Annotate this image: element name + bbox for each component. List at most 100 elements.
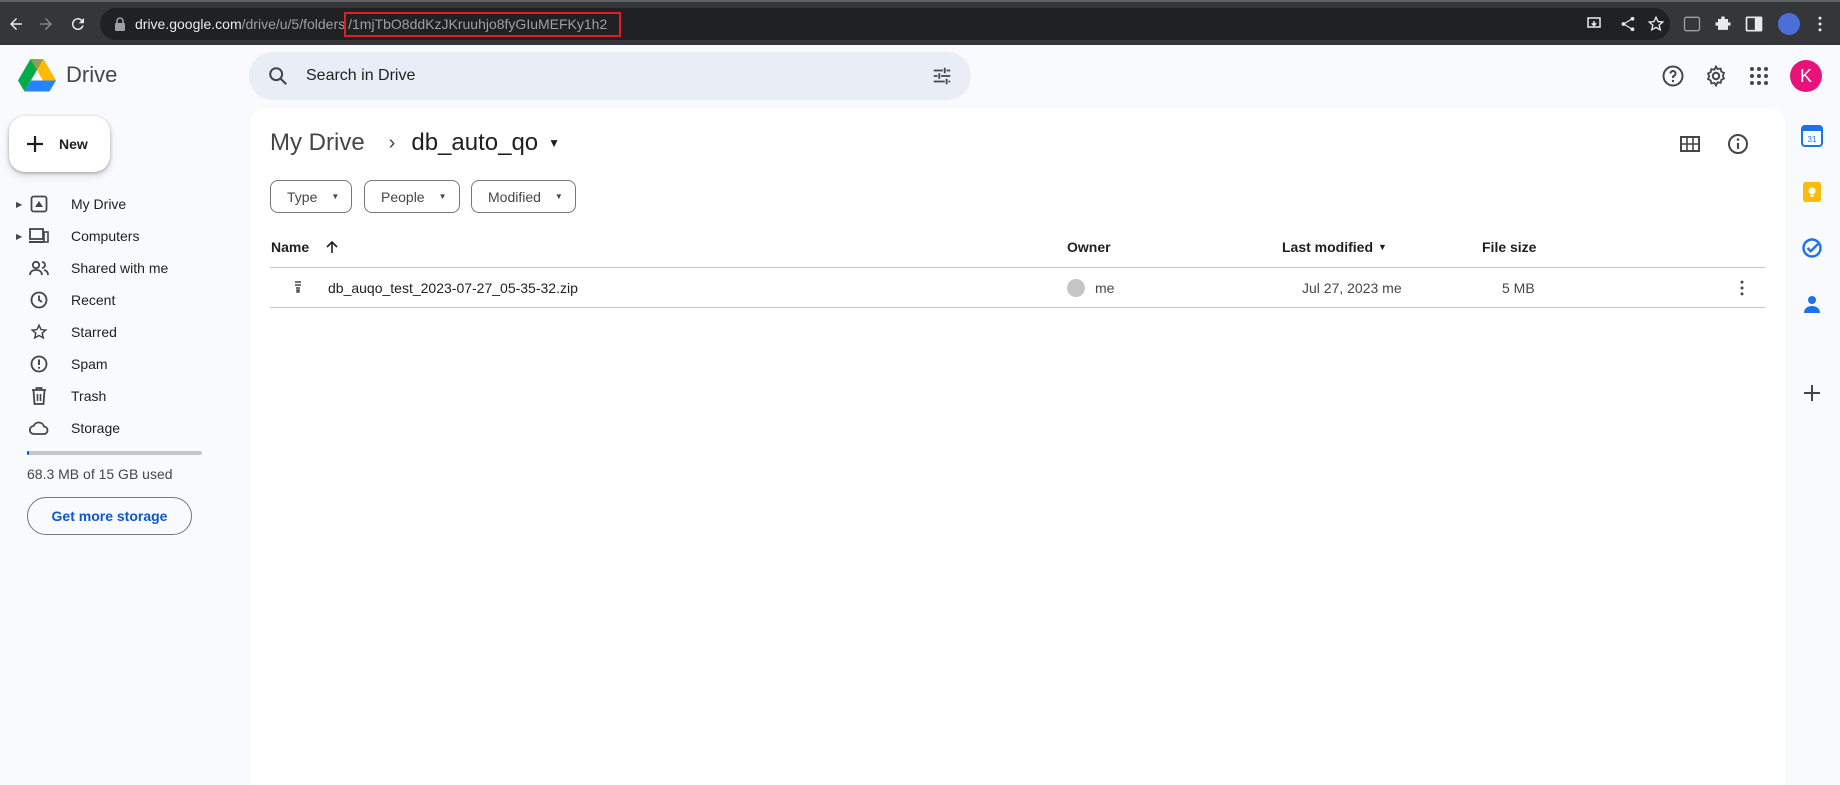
browser-toolbar: drive.google.com/drive/u/5/folders/1mjTb… — [0, 0, 1840, 45]
sidebar-item-label: Trash — [71, 388, 107, 404]
dropdown-caret-icon: ▼ — [331, 192, 340, 201]
filter-label: Type — [287, 188, 318, 205]
main-content-panel: My Drive › db_auto_qo ▼ Type ▼ People ▼ Mo… — [250, 108, 1785, 785]
dropdown-caret-icon: ▼ — [554, 192, 563, 201]
cloud-icon — [27, 418, 51, 438]
browser-profile-avatar[interactable] — [1778, 13, 1800, 35]
grid-view-icon[interactable] — [1678, 132, 1702, 156]
sidebar-item-shared-with-me[interactable]: Shared with me — [16, 252, 236, 284]
get-more-storage-button[interactable]: Get more storage — [27, 497, 192, 535]
back-icon[interactable] — [4, 12, 28, 36]
folder-menu-caret-icon[interactable]: ▼ — [548, 136, 560, 150]
breadcrumb: My Drive › db_auto_qo ▼ — [270, 129, 560, 157]
breadcrumb-current-folder[interactable]: db_auto_qo — [411, 129, 538, 157]
search-placeholder: Search in Drive — [306, 67, 416, 84]
bookmark-star-icon[interactable] — [1647, 15, 1665, 33]
sidebar-item-my-drive[interactable]: ▶ My Drive — [16, 188, 236, 220]
browser-menu-icon[interactable] — [1810, 14, 1830, 34]
file-name[interactable]: db_auqo_test_2023-07-27_05-35-32.zip — [328, 280, 578, 296]
search-bar[interactable]: Search in Drive — [249, 52, 971, 100]
keep-icon[interactable] — [1801, 181, 1823, 203]
filter-type-chip[interactable]: Type ▼ — [270, 180, 353, 213]
url-text: drive.google.com/drive/u/5/folders/1mjTb… — [135, 12, 622, 37]
sidebar-item-label: Spam — [71, 356, 108, 372]
address-bar[interactable]: drive.google.com/drive/u/5/folders/1mjTb… — [100, 8, 1670, 40]
file-owner: me — [1095, 280, 1115, 296]
url-folder-id: /1mjTbO8ddKzJKruuhjo8fyGIuMEFKy1h2 — [344, 12, 622, 37]
apps-grid-icon[interactable] — [1747, 64, 1771, 88]
lock-icon — [115, 17, 125, 31]
app-name: Drive — [66, 62, 118, 87]
computers-icon — [27, 226, 51, 246]
contacts-icon[interactable] — [1801, 293, 1823, 315]
shared-icon — [27, 258, 51, 278]
owner-avatar — [1067, 279, 1085, 297]
url-path: /drive/u/5/folders — [241, 16, 346, 32]
storage-progress-bar — [27, 451, 202, 455]
dropdown-caret-icon: ▼ — [1378, 242, 1387, 252]
table-row[interactable]: db_auqo_test_2023-07-27_05-35-32.zip me … — [270, 268, 1765, 308]
dropdown-caret-icon: ▼ — [438, 192, 447, 201]
sidebar-item-starred[interactable]: Starred — [16, 316, 236, 348]
filter-people-chip[interactable]: People ▼ — [364, 180, 460, 213]
extensions-puzzle-icon[interactable] — [1713, 14, 1733, 34]
extension-screen-icon[interactable] — [1682, 14, 1702, 34]
sidebar-item-storage[interactable]: Storage — [16, 412, 236, 444]
zip-file-icon — [295, 281, 301, 293]
filter-modified-chip[interactable]: Modified ▼ — [471, 180, 576, 213]
sidebar-item-label: My Drive — [71, 196, 127, 212]
search-icon[interactable] — [267, 65, 289, 87]
settings-gear-icon[interactable] — [1704, 64, 1728, 88]
chevron-right-icon: › — [388, 131, 396, 154]
column-header-file-size[interactable]: File size — [1482, 239, 1536, 255]
spam-icon — [27, 354, 51, 374]
column-header-last-modified[interactable]: Last modified ▼ — [1282, 239, 1387, 255]
filter-label: People — [381, 188, 425, 205]
drive-logo-icon — [18, 59, 56, 92]
sidebar-item-label: Starred — [71, 324, 117, 340]
account-avatar[interactable]: K — [1790, 60, 1822, 92]
calendar-icon[interactable]: 31 — [1801, 125, 1823, 147]
expand-caret-icon[interactable]: ▶ — [16, 200, 26, 209]
my-drive-icon — [27, 194, 51, 214]
storage-usage-text: 68.3 MB of 15 GB used — [27, 466, 173, 482]
sidebar-item-recent[interactable]: Recent — [16, 284, 236, 316]
share-icon[interactable] — [1619, 15, 1637, 33]
sidebar-item-spam[interactable]: Spam — [16, 348, 236, 380]
star-icon — [27, 322, 51, 342]
svg-text:31: 31 — [1808, 135, 1817, 144]
column-header-label: Last modified — [1282, 239, 1374, 255]
add-addon-plus-icon[interactable] — [1801, 382, 1823, 404]
column-header-name[interactable]: Name — [271, 239, 339, 255]
new-button[interactable]: New — [9, 116, 110, 172]
sort-ascending-arrow-icon[interactable] — [325, 240, 339, 254]
sidebar-item-label: Computers — [71, 228, 140, 244]
column-header-owner[interactable]: Owner — [1067, 239, 1111, 255]
url-host: drive.google.com — [135, 16, 242, 32]
expand-caret-icon[interactable]: ▶ — [16, 232, 26, 241]
new-button-label: New — [59, 136, 88, 152]
clock-icon — [27, 290, 51, 310]
help-icon[interactable] — [1661, 64, 1685, 88]
file-size: 5 MB — [1502, 280, 1535, 296]
tasks-icon[interactable] — [1801, 237, 1823, 259]
filter-label: Modified — [488, 188, 541, 205]
drive-logo[interactable]: Drive — [18, 58, 117, 92]
trash-icon — [27, 386, 51, 406]
sidebar-item-trash[interactable]: Trash — [16, 380, 236, 412]
breadcrumb-root[interactable]: My Drive — [270, 129, 365, 157]
more-actions-icon[interactable] — [1732, 278, 1752, 298]
file-last-modified: Jul 27, 2023 me — [1302, 280, 1402, 296]
search-options-icon[interactable] — [931, 65, 953, 87]
install-icon[interactable] — [1585, 15, 1603, 33]
sidebar-item-computers[interactable]: ▶ Computers — [16, 220, 236, 252]
side-panel-icon[interactable] — [1744, 14, 1764, 34]
column-header-label: Name — [271, 239, 310, 255]
plus-icon — [27, 136, 43, 152]
storage-progress-fill — [27, 451, 29, 455]
reload-icon[interactable] — [66, 12, 90, 36]
forward-icon[interactable] — [34, 12, 58, 36]
sidebar-item-label: Shared with me — [71, 260, 169, 276]
column-header-label: Owner — [1067, 239, 1111, 255]
details-info-icon[interactable] — [1726, 132, 1750, 156]
